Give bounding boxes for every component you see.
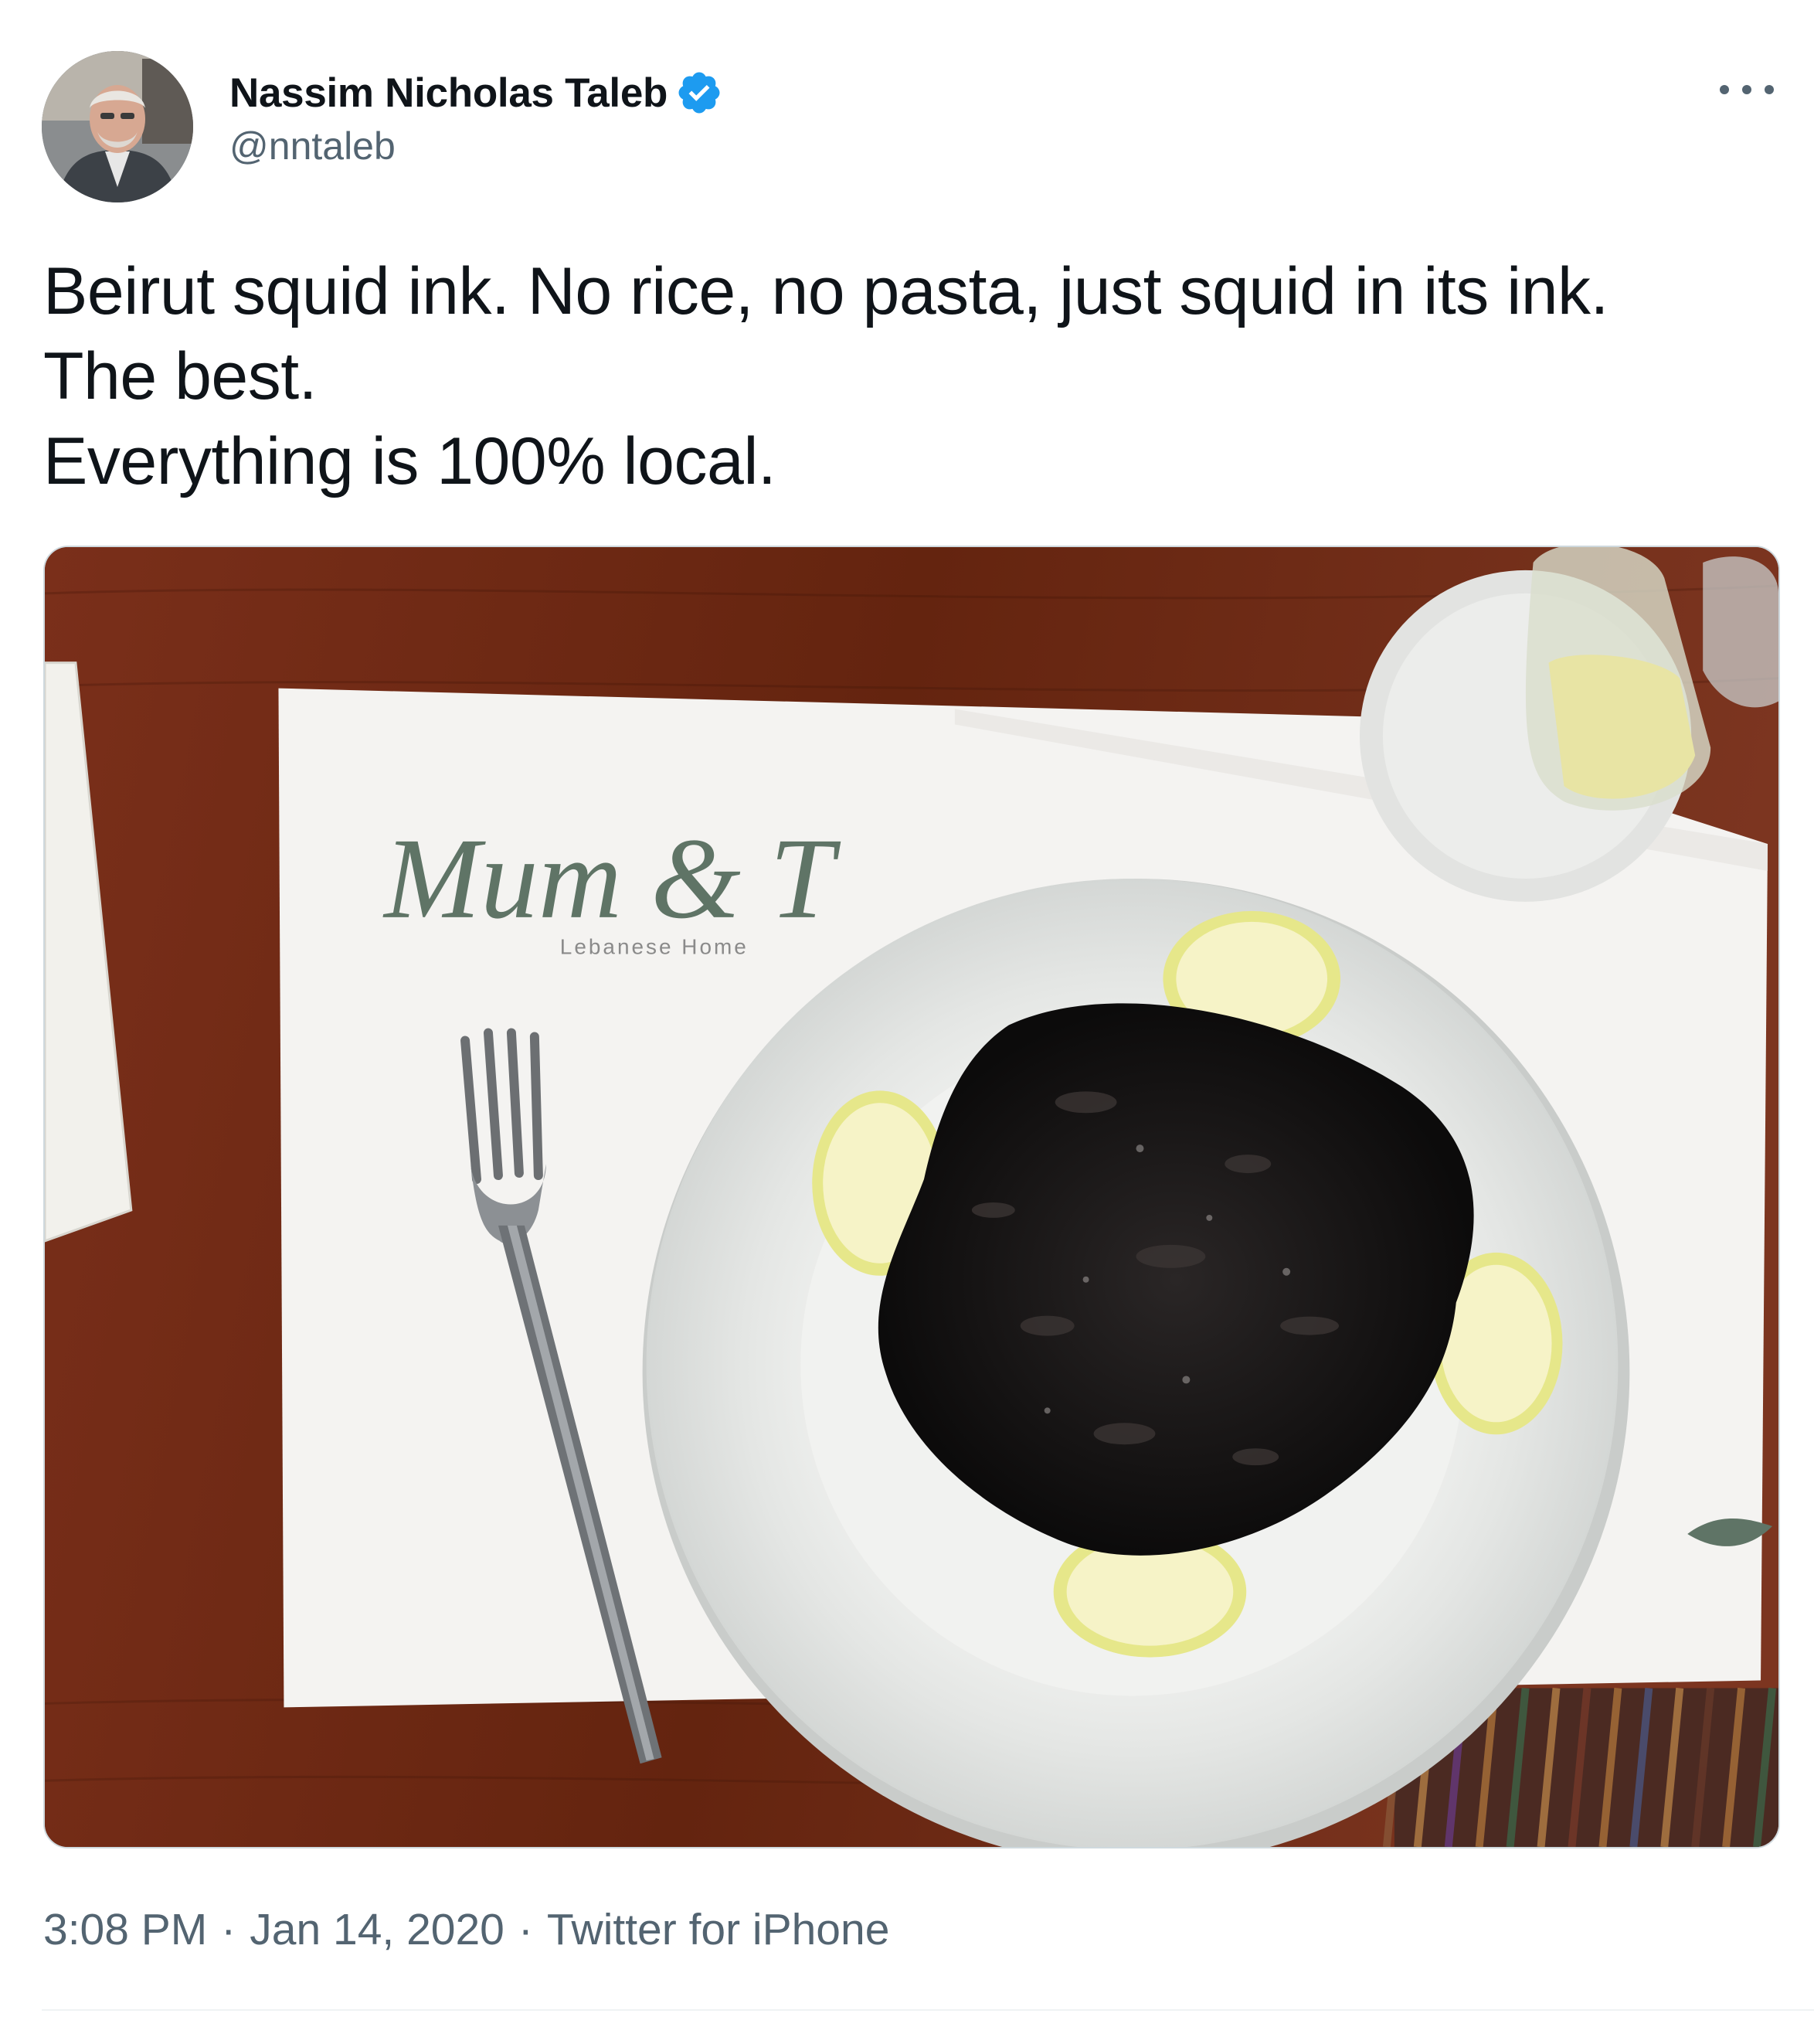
tweet-text-line: Beirut squid ink. No rice, no pasta, jus…	[43, 254, 1608, 328]
author-handle[interactable]: @nntaleb	[229, 124, 723, 168]
verified-badge-icon	[675, 69, 723, 117]
meta-separator: ·	[221, 1905, 236, 1954]
meta-separator: ·	[518, 1905, 533, 1954]
tweet-text-line: Everything is 100% local.	[43, 424, 776, 498]
tweet-text: Beirut squid ink. No rice, no pasta, jus…	[43, 249, 1789, 504]
tweet-photo[interactable]: Mum & T Lebanese Home	[43, 546, 1780, 1848]
display-name[interactable]: Nassim Nicholas Taleb	[229, 70, 668, 117]
tweet-metadata: 3:08 PM · Jan 14, 2020 · Twitter for iPh…	[43, 1904, 889, 1955]
tweet-text-line: The best.	[43, 339, 318, 413]
placemat-logo: Mum & T	[382, 815, 841, 943]
tweet-time[interactable]: 3:08 PM	[43, 1904, 207, 1955]
placemat-tagline: Lebanese Home	[560, 935, 749, 959]
tweet-source-link[interactable]: Twitter for iPhone	[547, 1904, 890, 1955]
author-name-row: Nassim Nicholas Taleb	[229, 65, 723, 121]
avatar[interactable]	[42, 51, 193, 202]
divider	[42, 2009, 1814, 2011]
avatar-photo	[42, 51, 193, 202]
tweet-date[interactable]: Jan 14, 2020	[250, 1904, 504, 1955]
squid-ink-dish-photo: Mum & T Lebanese Home	[45, 547, 1778, 1847]
more-options-icon[interactable]	[1720, 74, 1774, 105]
tweet: Nassim Nicholas Taleb @nntaleb Beirut sq…	[0, 0, 1814, 2044]
author-block: Nassim Nicholas Taleb @nntaleb	[229, 65, 723, 168]
